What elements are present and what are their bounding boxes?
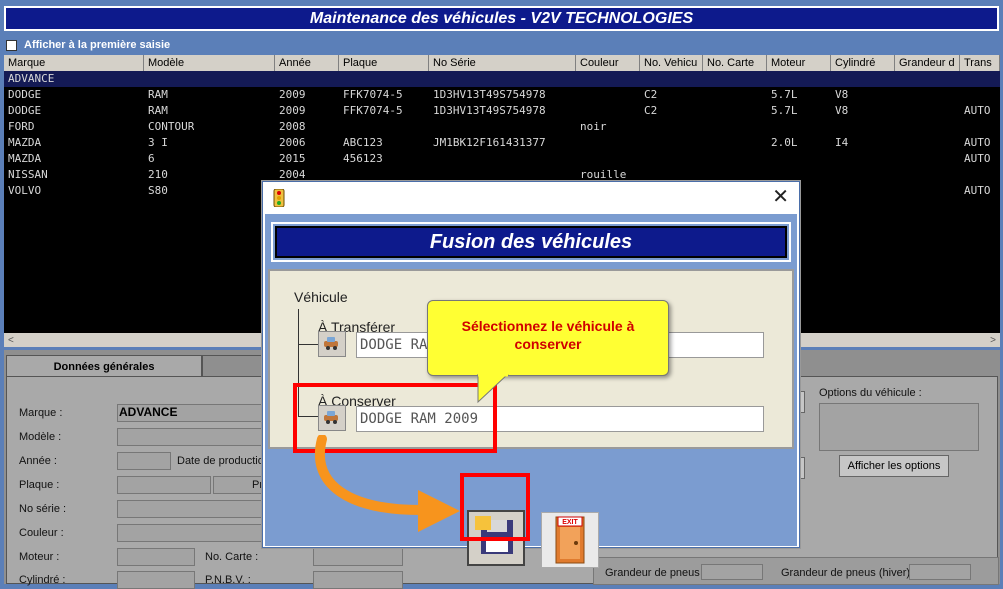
col-header-marque[interactable]: Marque <box>4 55 144 71</box>
tree-branch-transfer <box>298 344 318 345</box>
cylindre-label: Cylindré : <box>19 574 66 586</box>
dialog-title-bar: ✕ <box>263 182 799 214</box>
moteur-field[interactable] <box>117 548 195 566</box>
table-row[interactable]: FORD CONTOUR 2008 noir <box>4 119 1000 135</box>
col-header-trans[interactable]: Trans <box>960 55 1000 71</box>
pnbv-label: P.N.B.V. : <box>205 574 251 586</box>
table-row[interactable]: MAZDA 6 2015 456123 AUTO <box>4 151 1000 167</box>
nocarte-field[interactable] <box>313 548 403 566</box>
annee-field[interactable] <box>117 452 171 470</box>
cylindre-field[interactable] <box>117 571 195 589</box>
plaque-field[interactable] <box>117 476 211 494</box>
col-header-grandeur[interactable]: Grandeur d <box>895 55 960 71</box>
col-header-couleur[interactable]: Couleur <box>576 55 640 71</box>
noserie-field[interactable] <box>117 500 267 518</box>
orange-arrow-icon <box>315 435 460 532</box>
dialog-banner: Fusion des véhicules <box>275 226 787 258</box>
moteur-label: Moteur : <box>19 551 60 563</box>
table-row[interactable]: ADVANCE <box>4 71 1000 87</box>
close-icon[interactable]: ✕ <box>772 187 789 207</box>
window-title: Maintenance des véhicules - V2V TECHNOLO… <box>4 6 999 31</box>
col-header-modele[interactable]: Modèle <box>144 55 275 71</box>
vehicle-group-label: Véhicule <box>294 289 348 305</box>
nocarte-label: No. Carte : <box>205 551 259 563</box>
transfer-pick-button[interactable] <box>318 331 346 357</box>
tire-size-winter-field[interactable] <box>909 564 971 580</box>
show-options-button[interactable]: Afficher les options <box>839 455 949 477</box>
modele-label: Modèle : <box>19 431 62 443</box>
car-search-icon <box>324 337 338 350</box>
marque-label: Marque : <box>19 407 63 419</box>
options-label: Options du véhicule : <box>819 387 922 399</box>
table-row[interactable]: MAZDA 3 I 2006 ABC123 JM1BK12F161431377 … <box>4 135 1000 151</box>
pnbv-field[interactable] <box>313 571 403 589</box>
modele-field[interactable] <box>117 428 267 446</box>
exit-button[interactable]: EXIT <box>541 512 599 568</box>
col-header-nocarte[interactable]: No. Carte <box>703 55 767 71</box>
first-entry-label: Afficher à la première saisie <box>24 39 171 51</box>
exit-sign-text: EXIT <box>562 519 578 526</box>
exit-door-icon: EXIT <box>555 516 585 564</box>
options-list[interactable] <box>819 403 979 451</box>
instruction-callout: Sélectionnez le véhicule à conserver <box>427 300 669 376</box>
table-row[interactable]: DODGE RAM 2009 FFK7074-5 1D3HV13T49S7549… <box>4 87 1000 103</box>
annee-label: Année : <box>19 455 57 467</box>
scroll-right-icon[interactable]: > <box>990 335 996 346</box>
tire-size-winter-label: Grandeur de pneus (hiver) <box>781 567 911 579</box>
couleur-label: Couleur : <box>19 527 64 539</box>
couleur-field[interactable] <box>117 524 267 542</box>
col-header-cylindre[interactable]: Cylindré <box>831 55 895 71</box>
col-header-moteur[interactable]: Moteur <box>767 55 831 71</box>
marque-value: ADVANCE <box>119 405 178 419</box>
col-header-novehicule[interactable]: No. Vehicu <box>640 55 703 71</box>
noserie-label: No série : <box>19 503 67 515</box>
scroll-left-icon[interactable]: < <box>8 335 14 346</box>
app-title-bar: Maintenance des véhicules - V2V TECHNOLO… <box>0 0 1003 36</box>
date-production-label: Date de production <box>177 455 270 467</box>
tab-general[interactable]: Données générales <box>6 355 202 377</box>
col-header-plaque[interactable]: Plaque <box>339 55 429 71</box>
tire-size-field[interactable] <box>701 564 763 580</box>
plaque-label: Plaque : <box>19 479 60 491</box>
keep-vehicle-field-rest[interactable] <box>496 406 764 432</box>
tire-size-label: Grandeur de pneus <box>605 567 700 579</box>
col-header-annee[interactable]: Année <box>275 55 339 71</box>
first-entry-option[interactable]: Afficher à la première saisie <box>0 37 1003 54</box>
table-row[interactable]: DODGE RAM 2009 FFK7074-5 1D3HV13T49S7549… <box>4 103 1000 119</box>
grid-header: Marque Modèle Année Plaque No Série Coul… <box>4 55 1000 71</box>
traffic-light-icon <box>273 189 285 207</box>
col-header-noserie[interactable]: No Série <box>429 55 576 71</box>
callout-pointer <box>477 374 509 404</box>
first-entry-checkbox[interactable] <box>6 40 17 51</box>
